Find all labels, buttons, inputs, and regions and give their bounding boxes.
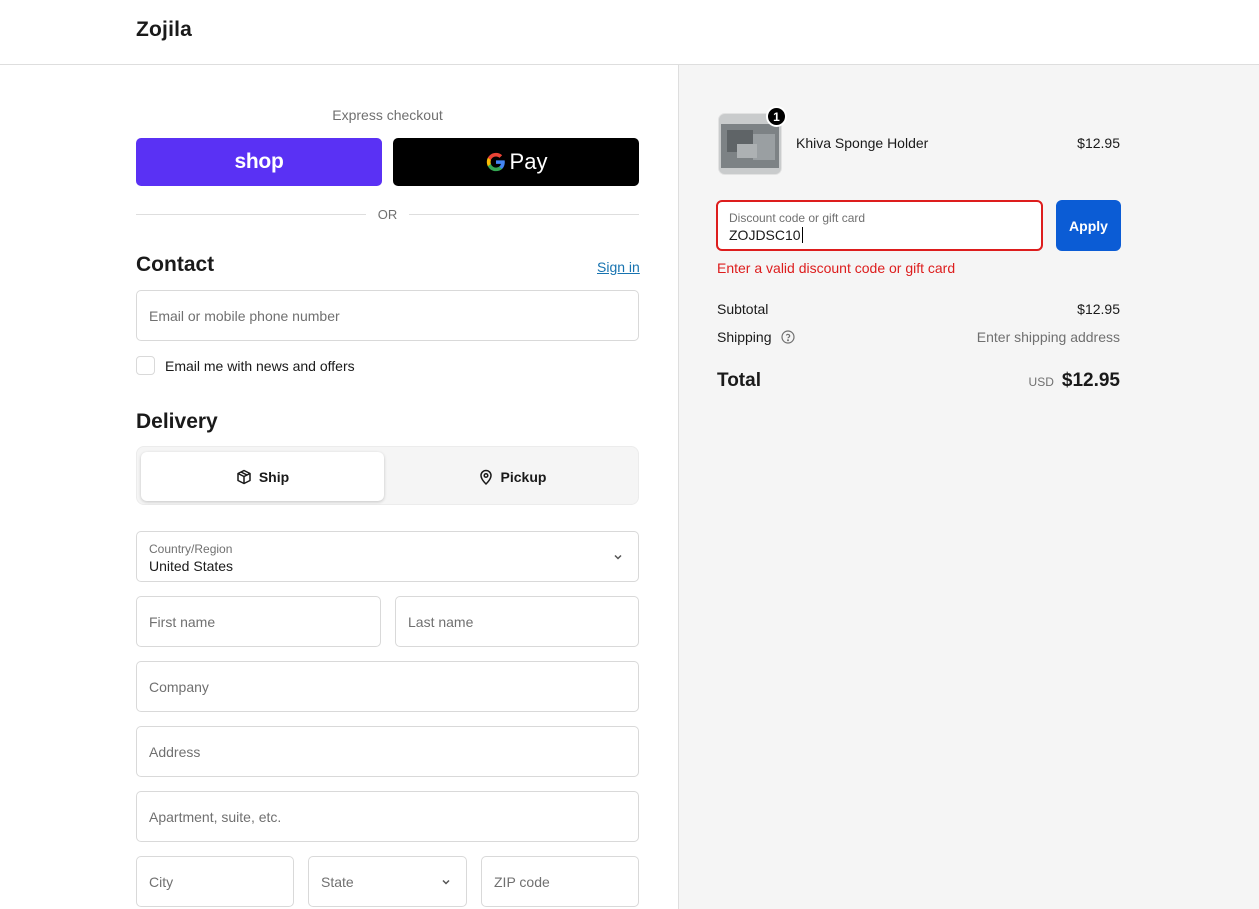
contact-heading: Contact [136,253,215,276]
location-pin-icon [479,469,492,485]
company-field[interactable]: Company [136,661,639,712]
total-currency: USD [1028,375,1054,389]
discount-value-wrap: ZOJDSC10 [729,227,803,243]
shop-pay-label: shop [234,150,284,173]
divider-line [136,213,366,215]
total-value: $12.95 [1061,370,1120,391]
subtotal-value: $12.95 [1077,301,1120,317]
product-name: Khiva Sponge Holder [796,135,929,151]
sign-in-link[interactable]: Sign in [597,259,640,275]
email-field[interactable]: Email or mobile phone number [136,290,639,341]
address-placeholder: Address [149,743,201,760]
first-name-field[interactable]: First name [136,596,381,647]
divider-line [409,213,639,215]
subtotal-label: Subtotal [717,301,769,317]
zip-field[interactable]: ZIP code [481,856,639,907]
total-amount: USD $12.95 [1029,370,1120,392]
zip-placeholder: ZIP code [494,873,550,890]
google-pay-button[interactable]: Pay [393,138,639,186]
apply-discount-button[interactable]: Apply [1056,200,1121,251]
state-select[interactable]: State [308,856,467,907]
discount-error-message: Enter a valid discount code or gift card [717,260,956,276]
apartment-field[interactable]: Apartment, suite, etc. [136,791,639,842]
shipping-value: Enter shipping address [976,329,1120,345]
tab-ship[interactable]: Ship [141,452,384,501]
city-field[interactable]: City [136,856,294,907]
shop-pay-button[interactable]: shop [136,138,382,186]
or-divider: OR [136,205,639,223]
total-label: Total [717,370,761,391]
discount-value: ZOJDSC10 [729,227,801,243]
quantity-badge: 1 [766,106,787,127]
tab-pickup[interactable]: Pickup [388,452,636,501]
help-circle-icon[interactable] [781,330,795,344]
last-name-placeholder: Last name [408,613,474,630]
email-placeholder: Email or mobile phone number [149,307,340,324]
order-summary: 1 Khiva Sponge Holder $12.95 Discount co… [678,65,1259,909]
text-caret [801,227,803,243]
express-checkout-label: Express checkout [332,107,443,123]
chevron-down-icon [614,554,622,560]
address-field[interactable]: Address [136,726,639,777]
chevron-down-icon [442,879,450,885]
country-label: Country/Region [149,542,233,556]
newsletter-label: Email me with news and offers [165,358,355,374]
google-pay-label: Pay [509,149,548,174]
state-placeholder: State [321,873,354,890]
discount-code-field[interactable]: Discount code or gift card ZOJDSC10 [716,200,1043,251]
shipping-row-label: Shipping [717,329,795,345]
apartment-placeholder: Apartment, suite, etc. [149,808,282,825]
delivery-heading: Delivery [136,410,218,433]
delivery-method-tabs: Ship Pickup [136,446,639,505]
or-label: OR [377,206,398,222]
country-value: United States [149,558,234,574]
tab-pickup-label: Pickup [500,468,547,485]
product-price: $12.95 [1077,135,1120,151]
first-name-placeholder: First name [149,613,216,630]
last-name-field[interactable]: Last name [395,596,639,647]
company-placeholder: Company [149,678,209,695]
city-placeholder: City [149,873,174,890]
google-g-icon [486,152,505,172]
discount-label: Discount code or gift card [729,211,866,225]
country-select[interactable]: Country/Region United States [136,531,639,582]
package-icon [237,469,251,484]
checkout-form: Express checkout shop Pay OR Contact Sig… [0,65,678,909]
newsletter-checkbox[interactable] [136,356,155,375]
shipping-label: Shipping [717,329,772,345]
store-logo[interactable]: Zojila [136,18,192,42]
header: Zojila [0,0,1259,65]
tab-ship-label: Ship [258,468,290,485]
